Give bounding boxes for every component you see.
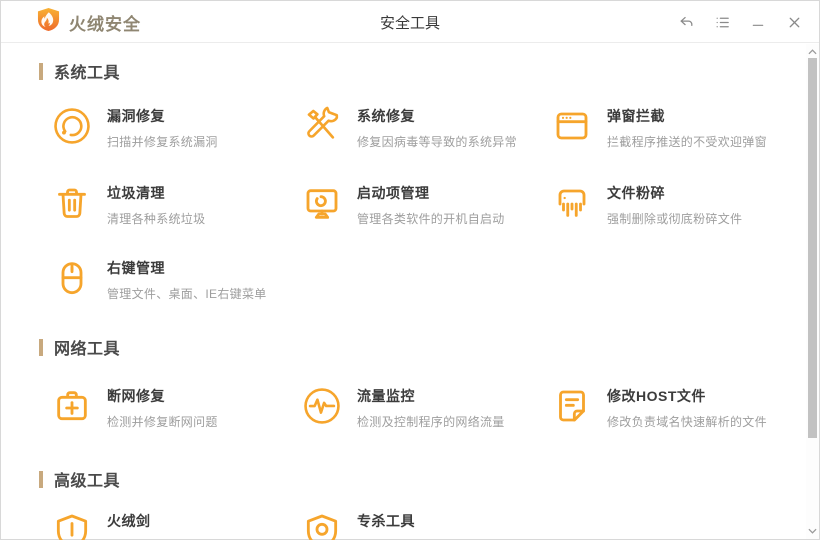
scrollbar	[806, 44, 819, 539]
tool-title: 漏洞修复	[107, 108, 165, 124]
tool-item-traffic-monitor[interactable]: 流量监控 检测及控制程序的网络流量	[301, 384, 545, 432]
tool-desc: 管理文件、桌面、IE右键菜单	[107, 287, 267, 301]
minimize-icon[interactable]	[747, 11, 769, 33]
tool-title: 火绒剑	[107, 513, 151, 529]
section-header-system: 系统工具	[39, 61, 121, 82]
scroll-up-icon[interactable]	[806, 46, 819, 58]
system-repair-icon	[301, 104, 343, 148]
tool-desc: 检测并修复断网问题	[107, 415, 218, 429]
back-icon[interactable]	[675, 11, 697, 33]
titlebar-controls	[675, 1, 805, 43]
section-title: 网络工具	[54, 341, 121, 358]
network-repair-icon	[51, 384, 93, 428]
close-icon[interactable]	[783, 11, 805, 33]
tool-item-huorong-sword[interactable]: 火绒剑	[51, 509, 295, 540]
tools-page: 系统工具 漏洞修复 扫描并修复系统漏洞 系统修复 修复因病毒等导致的系统异常 弹…	[1, 44, 806, 540]
section-title: 高级工具	[54, 473, 121, 490]
tool-item-context-menu[interactable]: 右键管理 管理文件、桌面、IE右键菜单	[51, 256, 295, 304]
tool-desc: 管理各类软件的开机自启动	[357, 212, 505, 226]
tool-item-popup-block[interactable]: 弹窗拦截 拦截程序推送的不受欢迎弹窗	[551, 104, 795, 152]
host-file-icon	[551, 384, 593, 428]
app-name: 火绒安全	[69, 14, 141, 34]
titlebar: 火绒安全 安全工具	[1, 1, 819, 43]
tool-desc: 检测及控制程序的网络流量	[357, 415, 505, 429]
tool-desc: 修改负责域名快速解析的文件	[607, 415, 767, 429]
tool-title: 流量监控	[357, 388, 415, 404]
section-header-network: 网络工具	[39, 337, 121, 358]
tool-item-file-shredder[interactable]: 文件粉碎 强制删除或彻底粉碎文件	[551, 181, 795, 229]
huorong-sword-icon	[51, 509, 93, 540]
section-bar	[39, 62, 43, 80]
tool-item-host-file[interactable]: 修改HOST文件 修改负责域名快速解析的文件	[551, 384, 795, 432]
scroll-down-icon[interactable]	[806, 525, 819, 537]
tool-title: 垃圾清理	[107, 185, 165, 201]
special-kill-icon	[301, 509, 343, 540]
huorong-logo-icon	[37, 7, 60, 37]
tool-item-junk-clean[interactable]: 垃圾清理 清理各种系统垃圾	[51, 181, 295, 229]
junk-clean-icon	[51, 181, 93, 225]
app-brand: 火绒安全	[37, 1, 141, 43]
section-bar	[39, 338, 43, 356]
tool-title: 系统修复	[357, 108, 415, 124]
huorong-security-window: { "titlebar": { "app_name": "火绒安全", "pag…	[0, 0, 820, 540]
tool-title: 断网修复	[107, 388, 165, 404]
traffic-monitor-icon	[301, 384, 343, 428]
context-menu-icon	[51, 256, 93, 300]
section-header-advanced: 高级工具	[39, 469, 121, 490]
vulnerability-fix-icon	[51, 104, 93, 148]
tool-desc: 扫描并修复系统漏洞	[107, 135, 218, 149]
tool-title: 启动项管理	[357, 185, 430, 201]
section-bar	[39, 470, 43, 488]
tool-item-system-repair[interactable]: 系统修复 修复因病毒等导致的系统异常	[301, 104, 545, 152]
tool-item-vulnerability-fix[interactable]: 漏洞修复 扫描并修复系统漏洞	[51, 104, 295, 152]
file-shredder-icon	[551, 181, 593, 225]
tool-item-startup-manager[interactable]: 启动项管理 管理各类软件的开机自启动	[301, 181, 545, 229]
tool-item-special-kill[interactable]: 专杀工具	[301, 509, 545, 540]
tool-title: 弹窗拦截	[607, 108, 665, 124]
tool-item-network-repair[interactable]: 断网修复 检测并修复断网问题	[51, 384, 295, 432]
tool-desc: 修复因病毒等导致的系统异常	[357, 135, 517, 149]
scrollbar-thumb[interactable]	[808, 58, 817, 438]
tool-desc: 强制删除或彻底粉碎文件	[607, 212, 743, 226]
startup-manager-icon	[301, 181, 343, 225]
tool-title: 文件粉碎	[607, 185, 665, 201]
tool-title: 右键管理	[107, 260, 165, 276]
menu-list-icon[interactable]	[711, 11, 733, 33]
tool-title: 修改HOST文件	[607, 388, 706, 404]
tool-desc: 拦截程序推送的不受欢迎弹窗	[607, 135, 767, 149]
tool-title: 专杀工具	[357, 513, 415, 529]
tool-desc: 清理各种系统垃圾	[107, 212, 206, 226]
section-title: 系统工具	[54, 65, 121, 82]
popup-block-icon	[551, 104, 593, 148]
